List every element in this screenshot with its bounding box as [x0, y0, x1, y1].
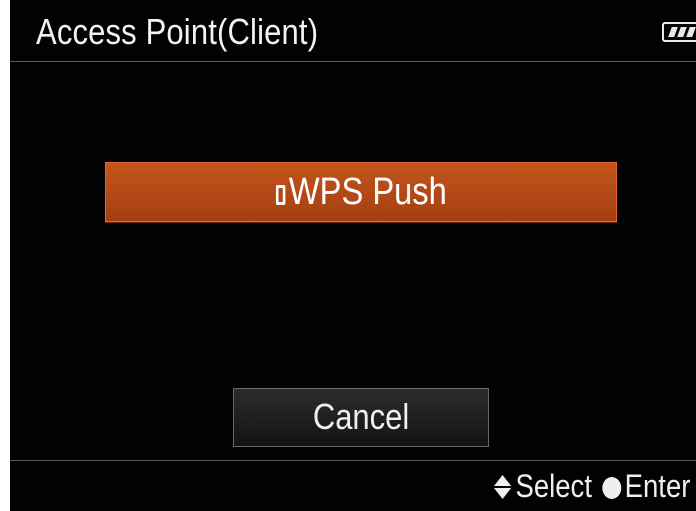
header-divider: [10, 61, 696, 62]
up-down-arrow-icon: [493, 474, 512, 500]
wps-push-label: WPS Push: [288, 171, 447, 213]
page-title: Access Point(Client): [36, 11, 319, 52]
select-hint: Select: [515, 468, 592, 504]
wps-push-button[interactable]: WPS Push: [105, 162, 617, 222]
center-button-icon: [601, 477, 621, 499]
footer-divider: [10, 460, 696, 461]
header: Access Point(Client): [10, 0, 696, 62]
cancel-button[interactable]: Cancel: [233, 388, 489, 447]
battery-icon: [662, 22, 696, 42]
footer-hints: Select Enter: [493, 466, 690, 506]
cancel-label: Cancel: [312, 396, 410, 437]
enter-hint: Enter: [624, 468, 690, 504]
phone-icon: [275, 185, 285, 205]
camera-screen: Access Point(Client) WPS Push Cancel Sel…: [10, 0, 696, 511]
